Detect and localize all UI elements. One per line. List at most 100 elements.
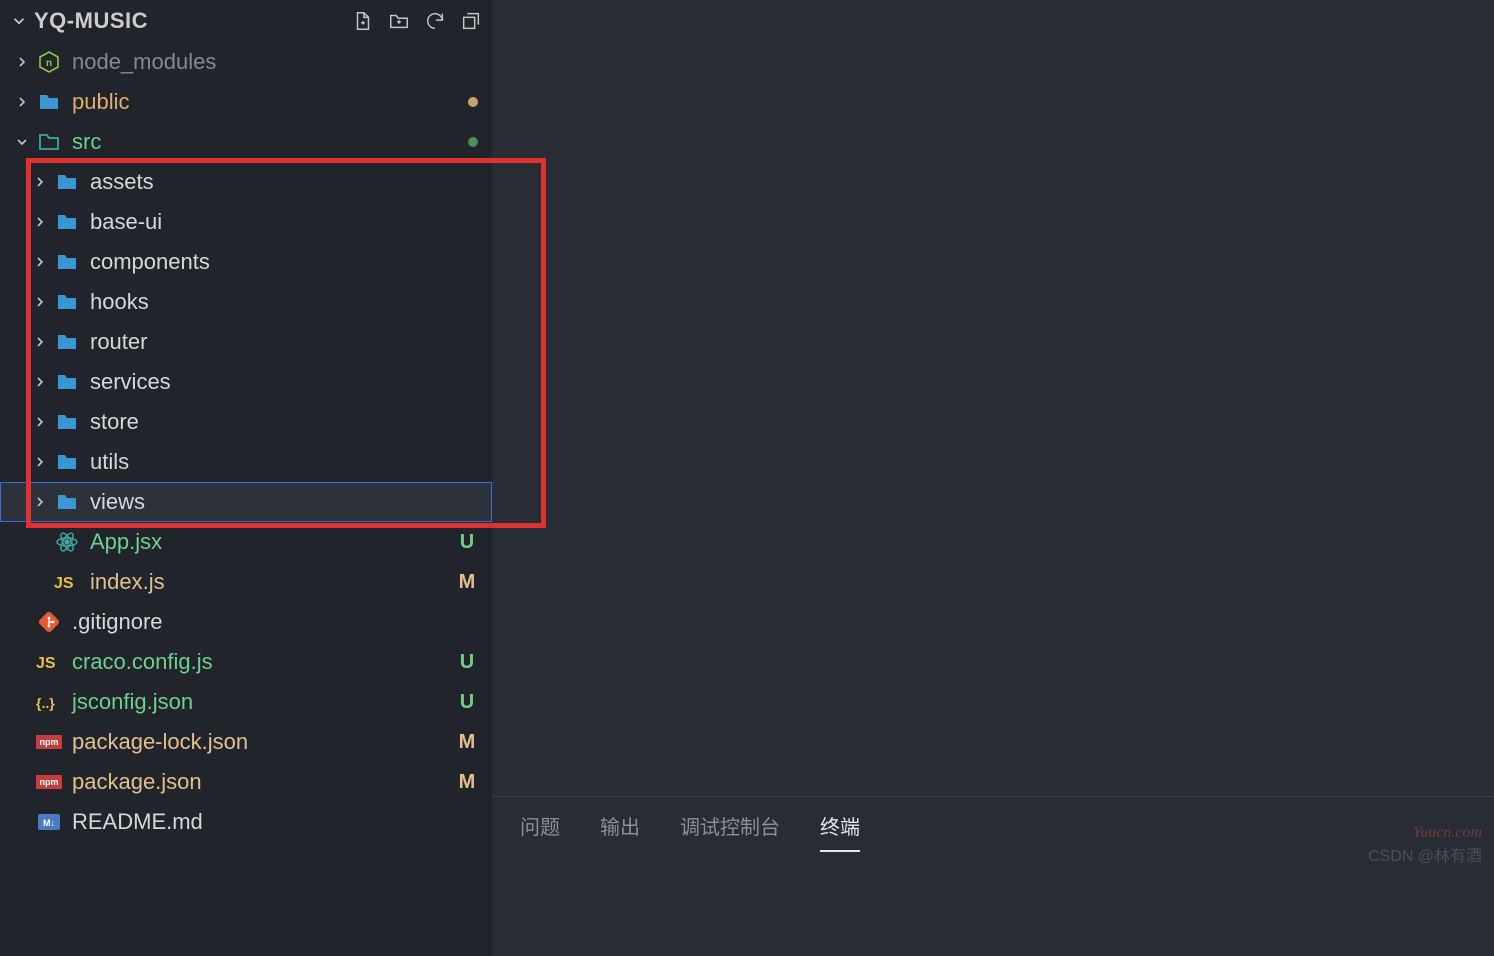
item-label: jsconfig.json: [72, 689, 456, 715]
folder-hooks[interactable]: hooks: [0, 282, 492, 322]
folder-src[interactable]: src: [0, 122, 492, 162]
terminal-output: [492, 852, 1494, 892]
folder-views[interactable]: views: [0, 482, 492, 522]
item-label: router: [90, 329, 478, 355]
folder-store[interactable]: store: [0, 402, 492, 442]
folder-services[interactable]: services: [0, 362, 492, 402]
item-label: utils: [90, 449, 478, 475]
item-label: store: [90, 409, 478, 435]
explorer-header[interactable]: YQ-MUSIC: [0, 0, 492, 42]
item-label: assets: [90, 169, 478, 195]
chevron-right-icon[interactable]: [28, 494, 52, 510]
item-label: README.md: [72, 809, 478, 835]
new-file-icon[interactable]: [352, 10, 374, 32]
folder-icon: [34, 90, 64, 114]
git-icon: [34, 610, 64, 634]
svg-text:{..}: {..}: [36, 695, 55, 711]
npm-icon: npm: [34, 733, 64, 751]
folder-assets[interactable]: assets: [0, 162, 492, 202]
collapse-all-icon[interactable]: [460, 10, 482, 32]
nodejs-icon: n: [34, 50, 64, 74]
folder-icon: [52, 290, 82, 314]
folder-icon: [52, 490, 82, 514]
git-status-dot: [468, 97, 478, 107]
folder-icon: [52, 330, 82, 354]
jsconfig-icon: {..}: [34, 692, 64, 712]
chevron-down-icon[interactable]: [10, 134, 34, 150]
item-label: craco.config.js: [72, 649, 456, 675]
panel-tab-problems[interactable]: 问题: [520, 811, 560, 852]
folder-icon: [52, 210, 82, 234]
item-label: public: [72, 89, 468, 115]
folder-icon: [52, 170, 82, 194]
chevron-right-icon[interactable]: [28, 414, 52, 430]
folder-public[interactable]: public: [0, 82, 492, 122]
refresh-icon[interactable]: [424, 10, 446, 32]
readme-icon: M↓: [34, 812, 64, 832]
file-jsconfig-json[interactable]: {..} jsconfig.jsonU: [0, 682, 492, 722]
item-label: hooks: [90, 289, 478, 315]
item-label: index.js: [90, 569, 456, 595]
file-app-jsx[interactable]: App.jsxU: [0, 522, 492, 562]
chevron-right-icon[interactable]: [28, 174, 52, 190]
js-icon: JS: [52, 572, 82, 592]
editor-area: 问题输出调试控制台终端: [492, 0, 1494, 956]
panel-tab-output[interactable]: 输出: [600, 811, 640, 852]
folder-icon: [52, 250, 82, 274]
panel-tab-debug[interactable]: 调试控制台: [680, 811, 780, 852]
file-explorer-sidebar: YQ-MUSIC n node_modulespublic src assets bas…: [0, 0, 492, 956]
folder-router[interactable]: router: [0, 322, 492, 362]
file-package-lock-json[interactable]: npm package-lock.jsonM: [0, 722, 492, 762]
file--gitignore[interactable]: .gitignore: [0, 602, 492, 642]
chevron-right-icon[interactable]: [10, 54, 34, 70]
file-tree: n node_modulespublic src assets base-ui compo…: [0, 42, 492, 956]
chevron-right-icon[interactable]: [28, 254, 52, 270]
chevron-down-icon: [10, 12, 28, 30]
svg-text:npm: npm: [40, 737, 59, 747]
git-status-badge: U: [456, 691, 478, 714]
item-label: node_modules: [72, 49, 478, 75]
item-label: .gitignore: [72, 609, 478, 635]
chevron-right-icon[interactable]: [28, 454, 52, 470]
react-icon: [52, 530, 82, 554]
panel-tabs: 问题输出调试控制台终端: [492, 797, 1494, 852]
chevron-right-icon[interactable]: [28, 294, 52, 310]
editor-empty: [492, 0, 1494, 796]
folder-base-ui[interactable]: base-ui: [0, 202, 492, 242]
item-label: views: [90, 489, 478, 515]
file-readme-md[interactable]: M↓ README.md: [0, 802, 492, 842]
chevron-right-icon[interactable]: [28, 214, 52, 230]
item-label: components: [90, 249, 478, 275]
svg-text:npm: npm: [40, 777, 59, 787]
panel-tab-terminal[interactable]: 终端: [820, 811, 860, 852]
chevron-right-icon[interactable]: [28, 374, 52, 390]
item-label: package.json: [72, 769, 456, 795]
explorer-actions: [352, 10, 482, 32]
git-status-badge: M: [456, 771, 478, 794]
git-status-badge: M: [456, 731, 478, 754]
svg-text:M↓: M↓: [43, 818, 55, 828]
file-package-json[interactable]: npm package.jsonM: [0, 762, 492, 802]
npm-icon: npm: [34, 773, 64, 791]
folder-icon: [52, 450, 82, 474]
git-status-badge: U: [456, 531, 478, 554]
chevron-right-icon[interactable]: [28, 334, 52, 350]
file-index-js[interactable]: JS index.jsM: [0, 562, 492, 602]
new-folder-icon[interactable]: [388, 10, 410, 32]
js-icon: JS: [34, 652, 64, 672]
folder-components[interactable]: components: [0, 242, 492, 282]
chevron-right-icon[interactable]: [10, 94, 34, 110]
item-label: App.jsx: [90, 529, 456, 555]
folder-node_modules[interactable]: n node_modules: [0, 42, 492, 82]
item-label: src: [72, 129, 468, 155]
item-label: package-lock.json: [72, 729, 456, 755]
git-status-badge: U: [456, 651, 478, 674]
folder-icon: [52, 370, 82, 394]
svg-text:JS: JS: [54, 575, 74, 592]
bottom-panel: 问题输出调试控制台终端: [492, 796, 1494, 956]
svg-text:n: n: [46, 58, 52, 69]
file-craco-config-js[interactable]: JS craco.config.jsU: [0, 642, 492, 682]
git-status-badge: M: [456, 571, 478, 594]
item-label: services: [90, 369, 478, 395]
folder-utils[interactable]: utils: [0, 442, 492, 482]
